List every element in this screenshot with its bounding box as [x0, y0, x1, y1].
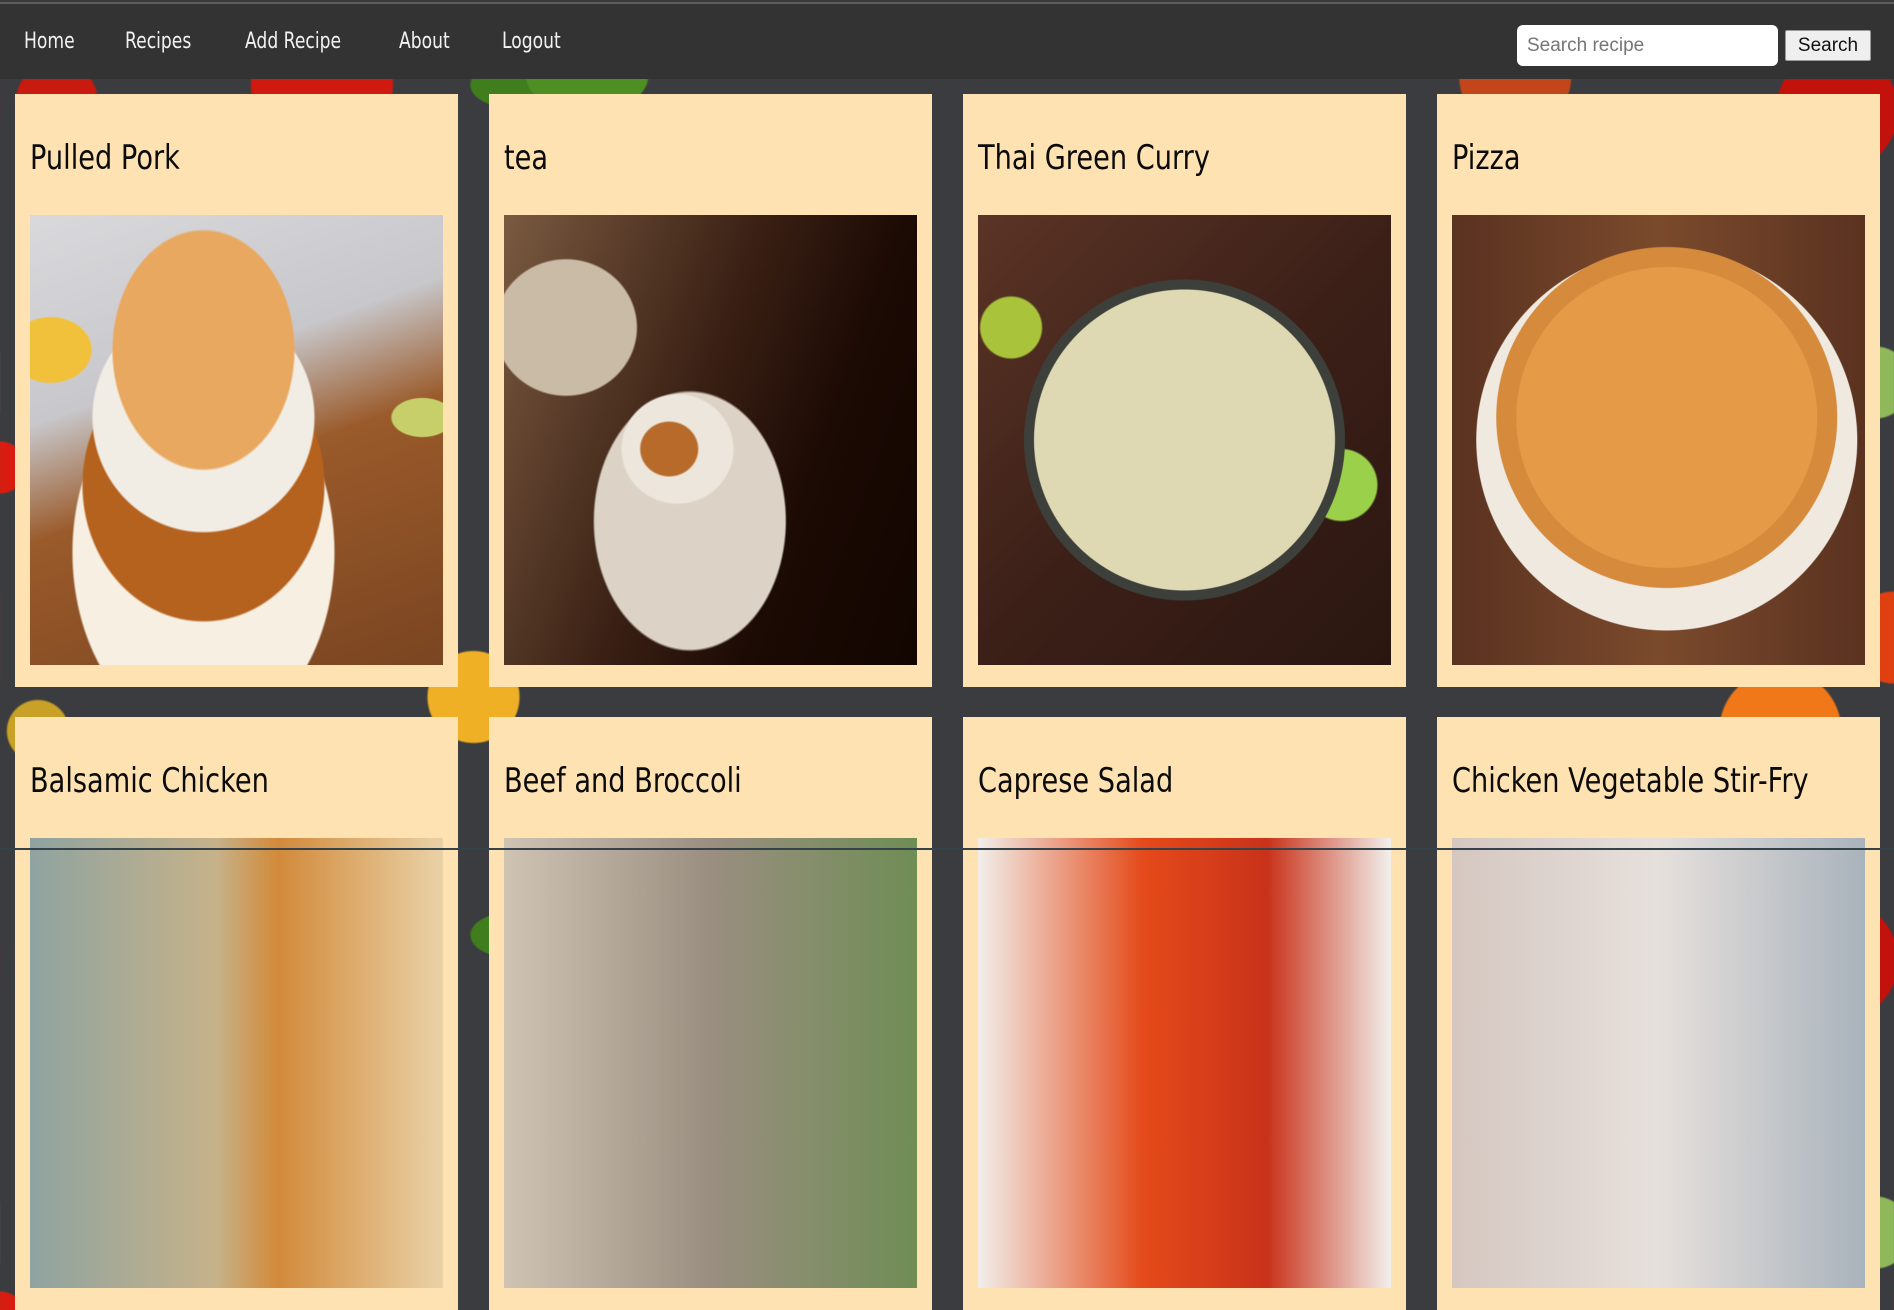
recipe-title[interactable]: Pulled Pork — [30, 138, 180, 179]
recipe-title[interactable]: Beef and Broccoli — [504, 761, 742, 802]
recipe-image-pulled-pork[interactable] — [30, 215, 443, 665]
search-button[interactable]: Search — [1785, 30, 1871, 61]
recipe-image-tea[interactable] — [504, 215, 917, 665]
recipe-card[interactable]: tea — [489, 94, 932, 687]
recipe-title[interactable]: Thai Green Curry — [978, 138, 1210, 179]
nav-link-logout[interactable]: Logout — [502, 29, 561, 54]
recipe-card[interactable]: Chicken Vegetable Stir-Fry — [1437, 717, 1880, 1310]
nav-link-add-recipe[interactable]: Add Recipe — [245, 29, 341, 54]
recipe-image-pizza[interactable] — [1452, 215, 1865, 665]
nav-link-home[interactable]: Home — [24, 29, 75, 54]
recipe-title[interactable]: Pizza — [1452, 138, 1521, 179]
nav-links: Home Recipes Add Recipe About Logout — [24, 4, 568, 79]
recipe-image-thai-green-curry[interactable] — [978, 215, 1391, 665]
recipe-image-chicken-stir-fry[interactable] — [1452, 838, 1865, 1288]
recipe-title[interactable]: tea — [504, 138, 548, 179]
recipe-card[interactable]: Thai Green Curry — [963, 94, 1406, 687]
navbar: Home Recipes Add Recipe About Logout Sea… — [0, 4, 1894, 79]
recipe-card[interactable]: Beef and Broccoli — [489, 717, 932, 1310]
nav-link-about[interactable]: About — [399, 29, 450, 54]
nav-link-recipes[interactable]: Recipes — [125, 29, 191, 54]
recipe-card[interactable]: Caprese Salad — [963, 717, 1406, 1310]
recipe-card[interactable]: Pizza — [1437, 94, 1880, 687]
recipe-card[interactable]: Balsamic Chicken — [15, 717, 458, 1310]
recipe-title[interactable]: Caprese Salad — [978, 761, 1173, 802]
recipe-title[interactable]: Chicken Vegetable Stir-Fry — [1452, 761, 1809, 802]
recipe-title[interactable]: Balsamic Chicken — [30, 761, 269, 802]
recipe-image-beef-and-broccoli[interactable] — [504, 838, 917, 1288]
recipe-card[interactable]: Pulled Pork — [15, 94, 458, 687]
recipe-image-caprese-salad[interactable] — [978, 838, 1391, 1288]
search-input[interactable] — [1517, 25, 1778, 66]
window-top-border — [0, 0, 1894, 4]
recipe-image-balsamic-chicken[interactable] — [30, 838, 443, 1288]
